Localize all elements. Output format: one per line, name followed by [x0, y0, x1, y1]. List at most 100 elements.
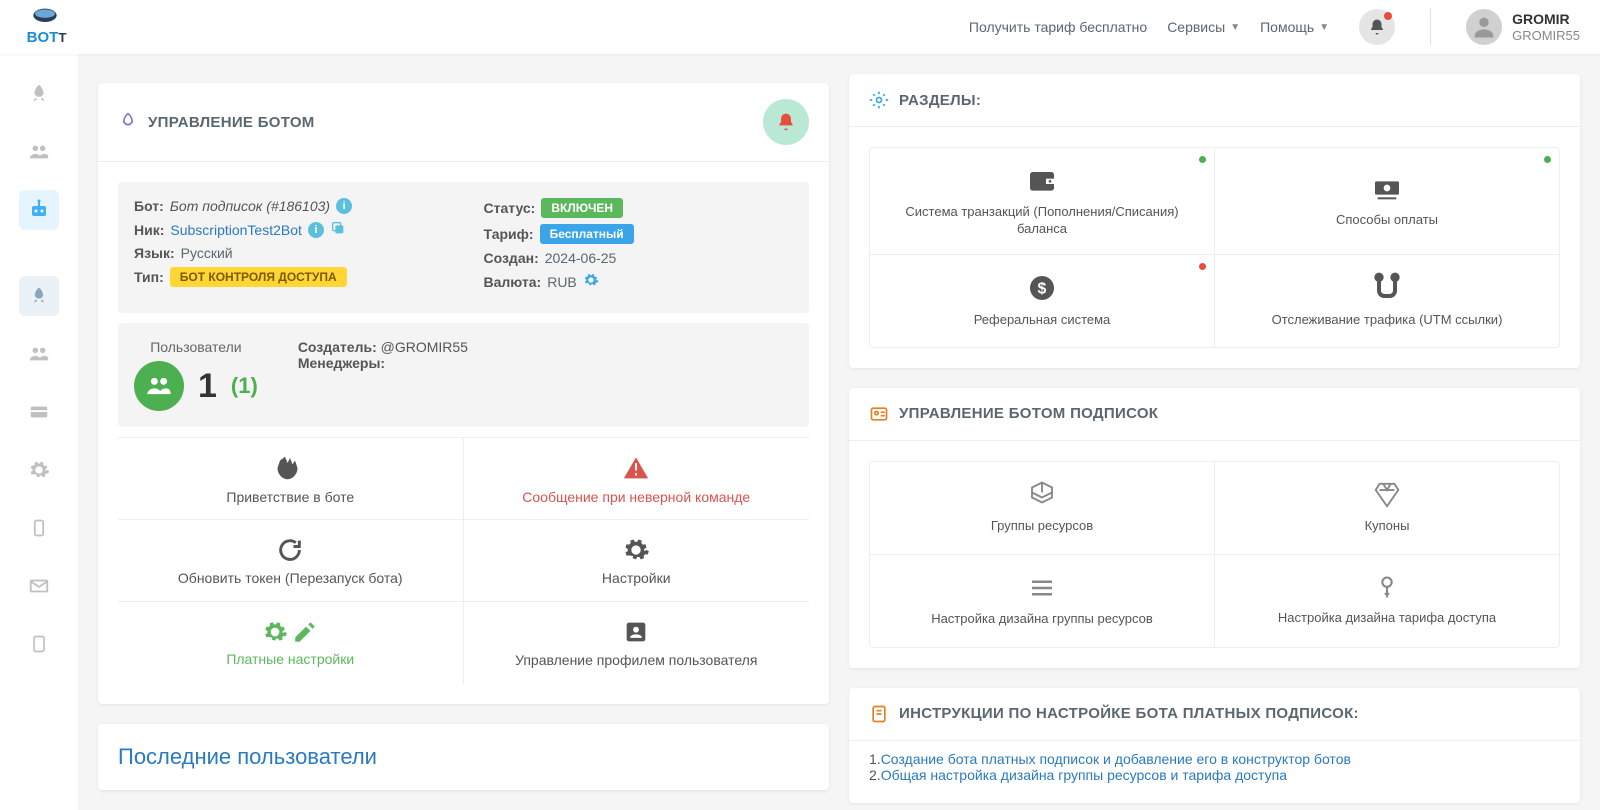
section-label: Группы ресурсов	[991, 518, 1093, 535]
info-icon[interactable]: i	[308, 222, 324, 238]
instructions-list: 1.Создание бота платных подписок и добав…	[849, 741, 1580, 803]
user-menu[interactable]: GROMIR GROMIR55	[1466, 9, 1580, 45]
bot-type-badge: БОТ КОНТРОЛЯ ДОСТУПА	[170, 267, 347, 287]
action-greeting[interactable]: Приветствие в боте	[118, 438, 464, 520]
notifications-button[interactable]	[1359, 9, 1395, 45]
panel-title: РАЗДЕЛЫ:	[899, 92, 981, 109]
section-payment-methods[interactable]: Способы оплаты	[1215, 148, 1559, 254]
tariff-badge[interactable]: Бесплатный	[540, 224, 634, 244]
sections-grid: Система транзакций (Пополнения/Списания)…	[869, 147, 1560, 348]
action-paid-settings[interactable]: Платные настройки	[118, 602, 464, 684]
sub-manage-panel: УПРАВЛЕНИЕ БОТОМ ПОДПИСОК Группы ресурсо…	[849, 388, 1580, 668]
divider	[1430, 9, 1431, 45]
section-utm[interactable]: Отслеживание трафика (UTM ссылки)	[1215, 255, 1559, 347]
action-label: Платные настройки	[226, 651, 354, 667]
alert-button[interactable]	[763, 99, 809, 145]
document-icon	[869, 704, 889, 724]
user-icon	[1470, 13, 1498, 41]
mail-icon	[28, 575, 50, 597]
sections-panel: РАЗДЕЛЫ: Система транзакций (Пополнения/…	[849, 74, 1580, 368]
last-users-panel: Последние пользователи	[98, 724, 829, 790]
status-badge[interactable]: ВКЛЮЧЕН	[541, 198, 623, 218]
chevron-down-icon: ▼	[1319, 22, 1329, 33]
chevron-down-icon: ▼	[1230, 22, 1240, 33]
users-icon-circle	[134, 361, 184, 411]
sidebar-item-mobile[interactable]	[19, 508, 59, 548]
sidebar-item-rocket-2[interactable]	[19, 276, 59, 316]
instructions-panel: ИНСТРУКЦИИ ПО НАСТРОЙКЕ БОТА ПЛАТНЫХ ПОД…	[849, 688, 1580, 803]
sidebar-item-users[interactable]	[19, 132, 59, 172]
cube-icon	[1027, 480, 1057, 510]
sidebar-item-tablet[interactable]	[19, 624, 59, 664]
user-login: GROMIR55	[1512, 28, 1580, 44]
rocket-icon	[118, 112, 138, 132]
action-profile-manage[interactable]: Управление профилем пользователя	[464, 602, 810, 684]
section-referral[interactable]: $ Реферальная система	[870, 255, 1214, 347]
action-wrong-command[interactable]: Сообщение при неверной команде	[464, 438, 810, 520]
svg-text:$: $	[1038, 281, 1047, 298]
svg-text:T: T	[58, 30, 66, 45]
edit-icon	[292, 619, 318, 645]
bot-manage-panel: УПРАВЛЕНИЕ БОТОМ Бот: Бот подписок (#186…	[98, 83, 829, 704]
copy-icon[interactable]	[330, 220, 346, 239]
help-label: Помощь	[1260, 19, 1314, 35]
list-icon	[1027, 573, 1057, 603]
users-icon	[28, 343, 50, 365]
sidebar-item-mail[interactable]	[19, 566, 59, 606]
section-transactions[interactable]: Система транзакций (Пополнения/Списания)…	[870, 148, 1214, 254]
bot-label: Бот:	[134, 198, 164, 214]
subsection-coupons[interactable]: Купоны	[1215, 462, 1559, 554]
subsection-tariff-design[interactable]: Настройка дизайна тарифа доступа	[1215, 555, 1559, 647]
subsection-group-design[interactable]: Настройка дизайна группы ресурсов	[870, 555, 1214, 647]
user-display-name: GROMIR	[1512, 11, 1580, 28]
created-label: Создан:	[484, 250, 539, 266]
sidebar-item-bot[interactable]	[19, 190, 59, 230]
section-label: Купоны	[1365, 518, 1410, 535]
stats-box: Пользователи 1 (1) Создатель	[118, 323, 809, 427]
user-names: GROMIR GROMIR55	[1512, 11, 1580, 43]
help-link[interactable]: Помощь ▼	[1260, 19, 1329, 35]
sidebar-item-users-2[interactable]	[19, 334, 59, 374]
logo-icon: BOT T	[20, 7, 70, 47]
section-label: Отслеживание трафика (UTM ссылки)	[1272, 312, 1503, 329]
subsection-resource-groups[interactable]: Группы ресурсов	[870, 462, 1214, 554]
rocket-icon	[28, 83, 50, 105]
gear-icon[interactable]	[583, 272, 599, 291]
sidebar-item-settings[interactable]	[19, 450, 59, 490]
bot-created: 2024-06-25	[545, 250, 617, 266]
status-label: Статус:	[484, 200, 536, 216]
instruction-link-2[interactable]: Общая настройка дизайна группы ресурсов …	[881, 767, 1287, 783]
bot-nick-link[interactable]: SubscriptionTest2Bot	[170, 222, 302, 238]
sub-sections-grid: Группы ресурсов Купоны Настройка дизайна…	[869, 461, 1560, 648]
logo[interactable]: BOT T	[20, 7, 90, 47]
id-card-icon	[869, 404, 889, 424]
services-link[interactable]: Сервисы ▼	[1167, 19, 1240, 35]
instruction-link-1[interactable]: Создание бота платных подписок и добавле…	[881, 751, 1351, 767]
hand-wave-icon	[275, 453, 305, 483]
sidebar-item-rocket[interactable]	[19, 74, 59, 114]
sidebar-item-card[interactable]	[19, 392, 59, 432]
bell-icon	[776, 112, 796, 132]
managers-label: Менеджеры:	[298, 355, 385, 371]
action-grid: Приветствие в боте Сообщение при неверно…	[118, 437, 809, 684]
section-label: Система транзакций (Пополнения/Списания)…	[886, 204, 1198, 238]
gear-icon	[622, 536, 650, 564]
avatar	[1466, 9, 1502, 45]
section-label: Реферальная система	[974, 312, 1111, 329]
action-label: Управление профилем пользователя	[515, 652, 757, 668]
action-refresh-token[interactable]: Обновить токен (Перезапуск бота)	[118, 520, 464, 602]
action-label: Сообщение при неверной команде	[522, 489, 750, 505]
action-label: Обновить токен (Перезапуск бота)	[178, 570, 403, 586]
info-icon[interactable]: i	[336, 198, 352, 214]
panel-title: ИНСТРУКЦИИ ПО НАСТРОЙКЕ БОТА ПЛАТНЫХ ПОД…	[899, 705, 1359, 722]
free-tariff-link[interactable]: Получить тариф бесплатно	[969, 19, 1147, 35]
rocket-icon	[29, 286, 49, 306]
last-users-title: Последние пользователи	[118, 744, 809, 770]
bot-currency: RUB	[547, 274, 577, 290]
currency-label: Валюта:	[484, 274, 542, 290]
svg-text:BOT: BOT	[27, 29, 59, 46]
sidebar	[0, 54, 78, 810]
gear-icon	[262, 619, 288, 645]
app-header: BOT T Получить тариф бесплатно Сервисы ▼…	[0, 0, 1600, 54]
action-settings[interactable]: Настройки	[464, 520, 810, 602]
